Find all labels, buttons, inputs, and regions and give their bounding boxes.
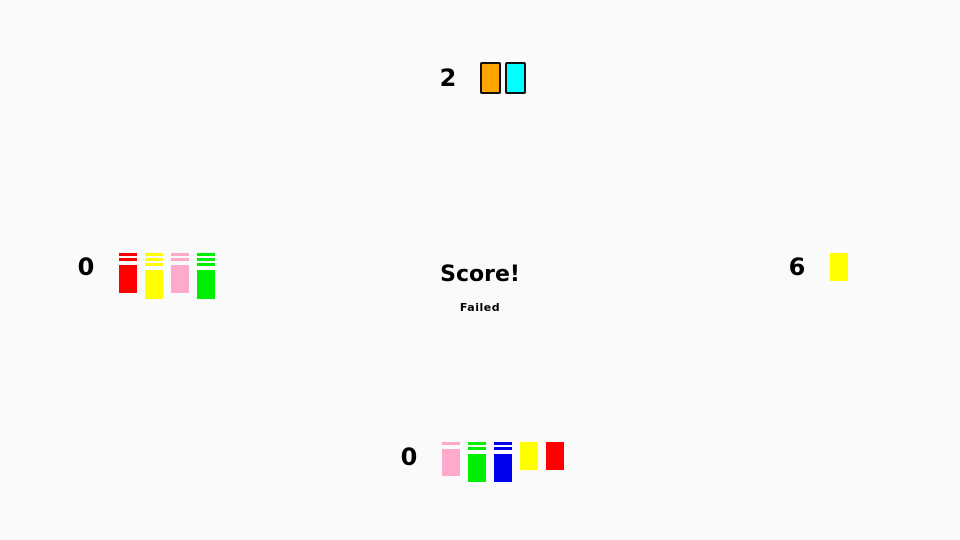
card-body [494, 454, 512, 482]
card-stripe [145, 258, 163, 261]
card-stripe [468, 442, 486, 445]
card[interactable] [468, 442, 486, 482]
card-stripe [468, 447, 486, 450]
card[interactable] [171, 253, 189, 293]
card[interactable] [480, 62, 501, 94]
card-stripe [145, 263, 163, 266]
player-score: 6 [788, 253, 806, 281]
card[interactable] [520, 442, 538, 470]
card-stripe [494, 447, 512, 450]
card-stripe [171, 258, 189, 261]
player-score: 2 [439, 64, 457, 92]
card[interactable] [505, 62, 526, 94]
card[interactable] [830, 253, 848, 281]
card-stripe [197, 253, 215, 256]
card[interactable] [119, 253, 137, 293]
card-body [442, 449, 460, 476]
card-stripe [119, 258, 137, 261]
card-body [197, 270, 215, 299]
round-status: Failed [459, 301, 501, 314]
card-body [145, 270, 163, 299]
card[interactable] [546, 442, 564, 470]
card-stripe [119, 253, 137, 256]
card-body [468, 454, 486, 482]
card-stripe [145, 253, 163, 256]
card[interactable] [494, 442, 512, 482]
card-stripe [171, 253, 189, 256]
card[interactable] [145, 253, 163, 299]
card[interactable] [442, 442, 460, 476]
card-body [171, 265, 189, 293]
card-stripe [197, 258, 215, 261]
card-body [119, 265, 137, 293]
player-score: 0 [77, 253, 95, 281]
score-title: Score! [440, 262, 520, 287]
card-stripe [442, 442, 460, 445]
player-score: 0 [400, 443, 418, 471]
card[interactable] [197, 253, 215, 299]
card-stripe [197, 263, 215, 266]
card-stripe [494, 442, 512, 445]
